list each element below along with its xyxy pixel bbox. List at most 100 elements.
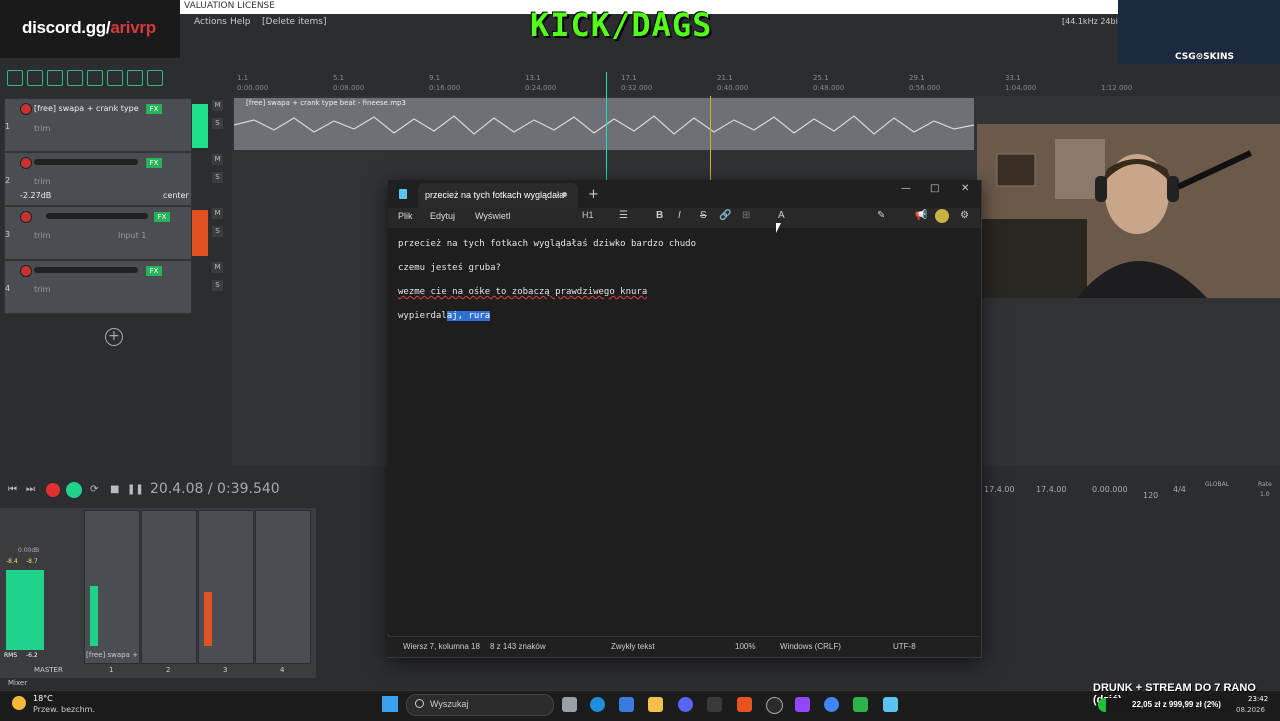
minimize-icon[interactable]: — [901, 183, 911, 194]
mixer-tab[interactable]: Mixer [8, 679, 27, 687]
transport-info-panel [982, 476, 1280, 504]
tempo-value[interactable]: 120 [1143, 491, 1158, 500]
discord-icon[interactable] [678, 697, 693, 712]
menu-plik[interactable]: Plik [398, 211, 413, 221]
volume-fader[interactable] [46, 213, 148, 219]
daw-menu-actions[interactable]: Actions [194, 17, 227, 27]
pause-icon[interactable]: ❚❚ [127, 484, 144, 495]
rate-value[interactable]: 1.0 [1260, 491, 1270, 498]
add-track-button[interactable]: + [105, 328, 123, 346]
toolbar-tool-icon[interactable] [147, 70, 163, 86]
volume-fader[interactable] [34, 267, 138, 273]
volume-fader[interactable] [34, 159, 138, 165]
text-format[interactable]: Zwykły tekst [611, 642, 655, 651]
selection-length[interactable]: 0.00.000 [1092, 485, 1128, 494]
twitch-icon[interactable] [795, 697, 810, 712]
mute-button[interactable]: M [212, 262, 223, 273]
toolbar-tool-icon[interactable] [107, 70, 123, 86]
weather-desc[interactable]: Przew. bezchm. [33, 705, 95, 714]
menu-wyswietl[interactable]: Wyświetl [475, 211, 510, 221]
toolbar-grid-icon[interactable] [87, 70, 103, 86]
go-to-end-icon[interactable]: ⏭ [26, 484, 35, 495]
chrome-icon[interactable] [824, 697, 839, 712]
mute-button[interactable]: M [212, 154, 223, 165]
trim-label[interactable]: trim [34, 177, 50, 186]
time-signature[interactable]: 4/4 [1173, 485, 1186, 494]
selection-start[interactable]: 17.4.00 [984, 485, 1015, 494]
account-avatar[interactable] [935, 209, 949, 223]
solo-button[interactable]: S [212, 226, 223, 237]
solo-button[interactable]: S [212, 118, 223, 129]
close-icon[interactable]: ✕ [961, 183, 969, 194]
track-input[interactable]: Input 1 [118, 231, 146, 240]
bold-icon[interactable]: B [656, 210, 663, 221]
taskbar-search[interactable] [406, 694, 554, 716]
weather-sun-icon[interactable] [12, 696, 26, 710]
daw-menu-delete-items[interactable]: [Delete items] [262, 17, 326, 27]
loop-icon[interactable]: ⟳ [90, 484, 98, 495]
brave-icon[interactable] [737, 697, 752, 712]
toolbar-tool-icon[interactable] [27, 70, 43, 86]
weather-temp[interactable]: 18°C [33, 694, 53, 703]
fx-button[interactable]: FX [154, 212, 170, 222]
file-explorer-icon[interactable] [648, 697, 663, 712]
copilot-icon[interactable]: ✎ [877, 210, 885, 221]
settings-gear-icon[interactable]: ⚙ [960, 210, 969, 221]
play-button[interactable] [66, 482, 82, 498]
strikethrough-icon[interactable]: S [700, 210, 707, 221]
fx-button[interactable]: FX [146, 158, 162, 168]
new-tab-icon[interactable]: + [588, 187, 599, 202]
mixer-strip-2[interactable] [141, 510, 197, 664]
unsaved-dot-icon[interactable] [562, 192, 567, 197]
timeline-time: 1:04.000 [1005, 84, 1037, 92]
heading-dropdown[interactable]: H1 [582, 210, 594, 220]
app-icon[interactable] [766, 697, 783, 714]
clear-formatting-icon[interactable]: A [778, 210, 785, 221]
stop-icon[interactable]: ■ [110, 484, 119, 495]
clock-time[interactable]: 23:42 [1248, 695, 1268, 703]
toolbar-tool-icon[interactable] [67, 70, 83, 86]
table-icon[interactable]: ⊞ [742, 210, 750, 221]
solo-button[interactable]: S [212, 280, 223, 291]
toolbar-tool-icon[interactable] [7, 70, 23, 86]
task-view-icon[interactable] [562, 697, 577, 712]
xbox-icon[interactable] [707, 697, 722, 712]
record-arm-button[interactable] [20, 157, 32, 169]
record-arm-button[interactable] [20, 103, 32, 115]
selection-end[interactable]: 17.4.00 [1036, 485, 1067, 494]
master-rms: -6.2 [26, 652, 38, 659]
list-icon[interactable]: ☰ [619, 210, 628, 221]
mute-button[interactable]: M [212, 208, 223, 219]
trim-label[interactable]: trim [34, 285, 50, 294]
editor-line: wypierdalaj, rura [398, 311, 491, 321]
record-arm-button[interactable] [20, 211, 32, 223]
record-button[interactable] [46, 483, 60, 497]
daw-menu-help[interactable]: Help [230, 17, 251, 27]
notepad-taskbar-icon[interactable] [883, 697, 898, 712]
app-icon[interactable] [853, 697, 868, 712]
zoom-level[interactable]: 100% [735, 642, 755, 651]
store-icon[interactable] [619, 697, 634, 712]
trim-label[interactable]: trim [34, 231, 50, 240]
start-windows-icon[interactable] [382, 696, 398, 712]
line-ending[interactable]: Windows (CRLF) [780, 642, 841, 651]
toolbar-tool-icon[interactable] [47, 70, 63, 86]
solo-button[interactable]: S [212, 172, 223, 183]
clock-date[interactable]: 08.2026 [1236, 706, 1265, 714]
fx-button[interactable]: FX [146, 266, 162, 276]
italic-icon[interactable]: I [678, 210, 681, 221]
mixer-strip-4[interactable] [255, 510, 311, 664]
go-to-start-icon[interactable]: ⏮ [8, 484, 17, 495]
edge-icon[interactable] [590, 697, 605, 712]
toolbar-tool-icon[interactable] [127, 70, 143, 86]
record-arm-button[interactable] [20, 265, 32, 277]
fx-button[interactable]: FX [146, 104, 162, 114]
mute-button[interactable]: M [212, 100, 223, 111]
link-icon[interactable]: 🔗 [719, 210, 731, 221]
menu-edytuj[interactable]: Edytuj [430, 211, 455, 221]
trim-label[interactable]: trim [34, 124, 50, 133]
announcement-icon[interactable]: 📢 [915, 210, 927, 221]
encoding[interactable]: UTF-8 [893, 642, 916, 651]
track-name[interactable]: [free] swapa + crank type [34, 104, 139, 113]
maximize-icon[interactable]: □ [930, 183, 939, 194]
